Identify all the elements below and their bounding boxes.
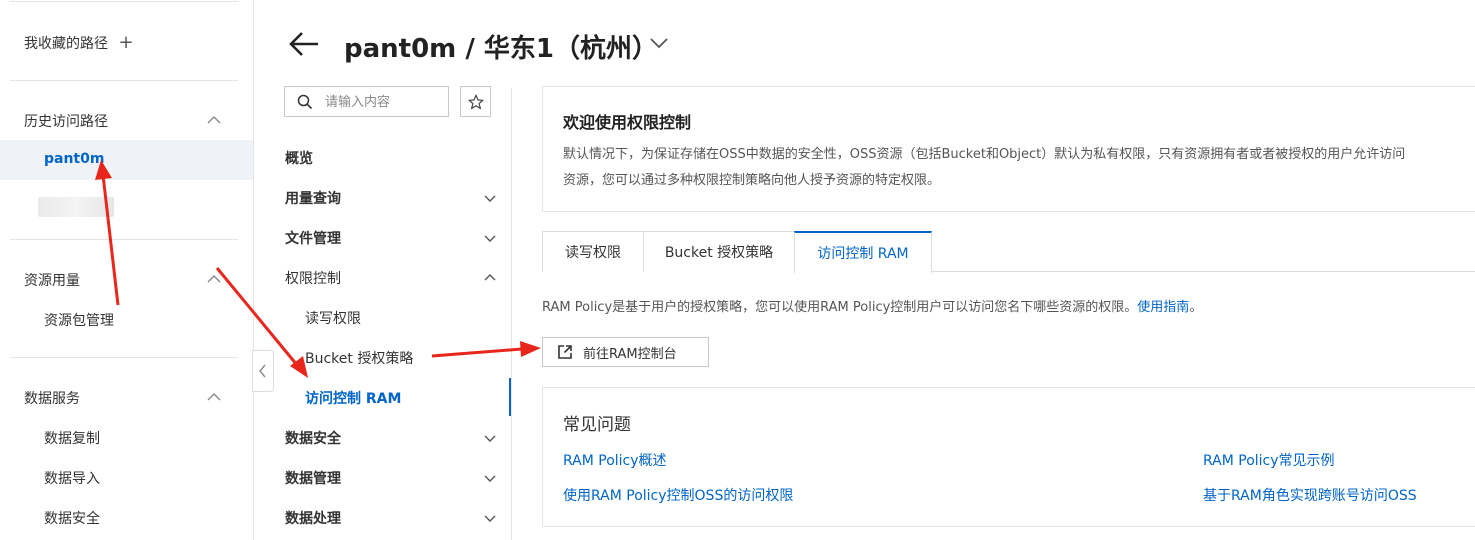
chevron-down-icon[interactable] bbox=[648, 32, 670, 54]
welcome-card: 欢迎使用权限控制 默认情况下，为保证存储在OSS中数据的安全性，OSS资源（包括… bbox=[542, 86, 1475, 212]
welcome-description-line1: 默认情况下，为保证存储在OSS中数据的安全性，OSS资源（包括Bucket和Ob… bbox=[563, 147, 1406, 162]
sidebar-divider bbox=[10, 80, 238, 81]
faq-link-cross-account-access[interactable]: 基于RAM角色实现跨账号访问OSS bbox=[1203, 485, 1417, 505]
sidebar-item-resource-package[interactable]: 资源包管理 bbox=[44, 310, 114, 330]
sidebar-divider bbox=[10, 357, 238, 358]
chevron-up-icon[interactable] bbox=[205, 388, 223, 406]
external-link-icon bbox=[558, 345, 572, 359]
chevron-down-icon[interactable] bbox=[482, 230, 498, 246]
tab-rw-permission[interactable]: 读写权限 bbox=[542, 231, 644, 272]
left-sidebar: 我收藏的路径 + 历史访问路径 pant0m 资源用量 资源包管理 数据服务 数… bbox=[0, 0, 254, 540]
sidebar-data-service-header[interactable]: 数据服务 bbox=[24, 388, 80, 408]
nav-sub-bucket-policy[interactable]: Bucket 授权策略 bbox=[305, 348, 413, 368]
faq-link-ram-policy-oss-access[interactable]: 使用RAM Policy控制OSS的访问权限 bbox=[563, 485, 793, 505]
star-icon bbox=[468, 94, 484, 110]
chevron-down-icon[interactable] bbox=[482, 470, 498, 486]
sidebar-favorites-header[interactable]: 我收藏的路径 + bbox=[24, 32, 134, 53]
search-box[interactable] bbox=[284, 86, 449, 117]
sidebar-divider bbox=[10, 239, 238, 240]
nav-item-data-management[interactable]: 数据管理 bbox=[285, 468, 341, 488]
goto-ram-console-label: 前往RAM控制台 bbox=[583, 346, 677, 362]
chevron-down-icon[interactable] bbox=[482, 190, 498, 206]
nav-item-overview[interactable]: 概览 bbox=[285, 148, 313, 168]
tab-bucket-policy[interactable]: Bucket 授权策略 bbox=[643, 231, 795, 272]
chevron-up-icon[interactable] bbox=[482, 270, 498, 286]
nav-divider bbox=[511, 88, 512, 540]
collapse-sidebar-button[interactable] bbox=[252, 350, 274, 392]
nav-item-data-processing[interactable]: 数据处理 bbox=[285, 508, 341, 528]
add-favorite-icon[interactable]: + bbox=[118, 32, 133, 53]
ram-description-text: RAM Policy是基于用户的授权策略，您可以使用RAM Policy控制用户… bbox=[542, 300, 1138, 315]
nav-sub-ram-access[interactable]: 访问控制 RAM bbox=[305, 388, 401, 408]
sidebar-divider bbox=[10, 1, 238, 2]
favorites-label: 我收藏的路径 bbox=[24, 36, 108, 52]
chevron-down-icon[interactable] bbox=[482, 430, 498, 446]
search-icon bbox=[297, 94, 313, 110]
faq-card: 常见问题 RAM Policy概述 RAM Policy常见示例 使用RAM P… bbox=[542, 387, 1475, 527]
faq-link-ram-policy-overview[interactable]: RAM Policy概述 bbox=[563, 450, 667, 470]
ram-description-trailing: 。 bbox=[1189, 300, 1203, 315]
chevron-up-icon[interactable] bbox=[205, 111, 223, 129]
blurred-history-item[interactable] bbox=[38, 197, 114, 217]
favorite-star-button[interactable] bbox=[460, 86, 491, 117]
goto-ram-console-button[interactable]: 前往RAM控制台 bbox=[542, 337, 709, 367]
nav-sub-rw-permission[interactable]: 读写权限 bbox=[305, 308, 361, 328]
welcome-title: 欢迎使用权限控制 bbox=[563, 113, 692, 132]
faq-link-ram-policy-examples[interactable]: RAM Policy常见示例 bbox=[1203, 450, 1335, 470]
ram-description: RAM Policy是基于用户的授权策略，您可以使用RAM Policy控制用户… bbox=[542, 296, 1202, 315]
chevron-left-icon bbox=[259, 364, 266, 378]
permission-tabs: 读写权限 Bucket 授权策略 访问控制 RAM bbox=[542, 231, 1475, 273]
page-title: pant0m / 华东1（杭州） bbox=[344, 34, 658, 64]
faq-title: 常见问题 bbox=[563, 415, 631, 435]
sidebar-history-header[interactable]: 历史访问路径 bbox=[24, 111, 108, 131]
welcome-description-line2: 资源，您可以通过多种权限控制策略向他人授予资源的特定权限。 bbox=[563, 173, 941, 188]
nav-item-permission[interactable]: 权限控制 bbox=[285, 268, 341, 288]
back-arrow-icon[interactable] bbox=[288, 30, 320, 58]
usage-guide-link[interactable]: 使用指南 bbox=[1137, 300, 1189, 315]
nav-item-files[interactable]: 文件管理 bbox=[285, 228, 341, 248]
annotation-arrow bbox=[431, 341, 541, 358]
chevron-up-icon[interactable] bbox=[205, 270, 223, 288]
nav-item-data-security[interactable]: 数据安全 bbox=[285, 428, 341, 448]
sidebar-item-data-replication[interactable]: 数据复制 bbox=[44, 428, 100, 448]
sidebar-active-highlight bbox=[0, 140, 253, 180]
nav-active-indicator bbox=[509, 378, 511, 416]
search-input[interactable] bbox=[325, 91, 443, 113]
sidebar-item-data-import[interactable]: 数据导入 bbox=[44, 468, 100, 488]
nav-item-usage[interactable]: 用量查询 bbox=[285, 188, 341, 208]
sidebar-item-data-security[interactable]: 数据安全 bbox=[44, 508, 100, 528]
sidebar-resource-header[interactable]: 资源用量 bbox=[24, 270, 80, 290]
sidebar-item-pant0m[interactable]: pant0m bbox=[44, 151, 104, 167]
tab-ram-access[interactable]: 访问控制 RAM bbox=[794, 231, 932, 273]
chevron-down-icon[interactable] bbox=[482, 510, 498, 526]
